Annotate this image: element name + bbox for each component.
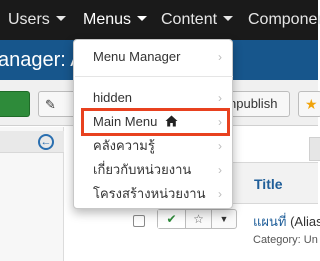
menu-item-hidden[interactable]: hidden › [74,87,232,109]
row-category: Category: Un [253,234,318,246]
row-checkbox[interactable] [133,215,145,227]
menu-item-knowledge[interactable]: คลังความรู้ › [74,135,232,157]
edit-button[interactable]: ✎ [38,91,76,117]
nav-users[interactable]: Users [8,0,66,40]
menu-item-label: เกี่ยวกับหน่วยงาน [93,162,192,177]
row-alias: (Alias: [290,214,320,229]
column-header-title[interactable]: Title [254,176,283,192]
nav-menus-label: Menus [83,11,132,28]
menu-item-label: hidden [93,90,133,105]
nav-users-label: Users [8,11,50,28]
page-title: anager: A [0,49,84,71]
chevron-right-icon: › [218,163,222,177]
unpublish-label: npublish [229,96,278,111]
chevron-right-icon: › [218,50,222,64]
nav-content-label: Content [161,11,218,28]
menu-item-label: โครงสร้างหน่วยงาน [93,186,206,201]
column-options[interactable] [309,137,320,161]
menu-item-label: Menu Manager [93,49,181,64]
featured-button[interactable]: ★ [298,91,320,117]
nav-menus[interactable]: Menus [83,0,148,40]
star-icon: ★ [305,96,318,112]
menu-item-menu-manager[interactable]: Menu Manager › [74,46,232,68]
menu-item-about[interactable]: เกี่ยวกับหน่วยงาน › [74,159,232,181]
chevron-right-icon: › [218,139,222,153]
chevron-down-icon [137,16,148,22]
nav-components[interactable]: Componen [248,0,320,40]
chevron-right-icon: › [218,187,222,201]
collapse-sidebar-icon[interactable]: ← [38,134,54,150]
row-title[interactable]: แผนที่ (Alias: [253,211,320,232]
row-title-link[interactable]: แผนที่ [253,214,286,229]
sidebar: ← [0,127,64,261]
sidebar-header [0,131,64,153]
chevron-down-icon [223,16,234,22]
menu-item-structure[interactable]: โครงสร้างหน่วยงาน › [74,183,232,205]
nav-content[interactable]: Content [161,0,234,40]
top-nav: Users Menus Content Componen [0,0,320,40]
nav-components-label: Componen [248,11,320,28]
edit-icon: ✎ [45,97,56,112]
chevron-down-icon [55,16,66,22]
featured-star-icon[interactable]: ☆ [186,210,212,228]
new-button[interactable] [0,91,30,117]
highlight-box [81,108,230,136]
menu-item-label: คลังความรู้ [93,138,155,153]
actions-caret-icon[interactable]: ▼ [212,210,236,228]
published-check-icon[interactable]: ✔ [158,210,186,228]
dropdown-divider [75,76,233,77]
status-button-group: ✔ ☆ ▼ [157,209,237,229]
chevron-right-icon: › [218,91,222,105]
